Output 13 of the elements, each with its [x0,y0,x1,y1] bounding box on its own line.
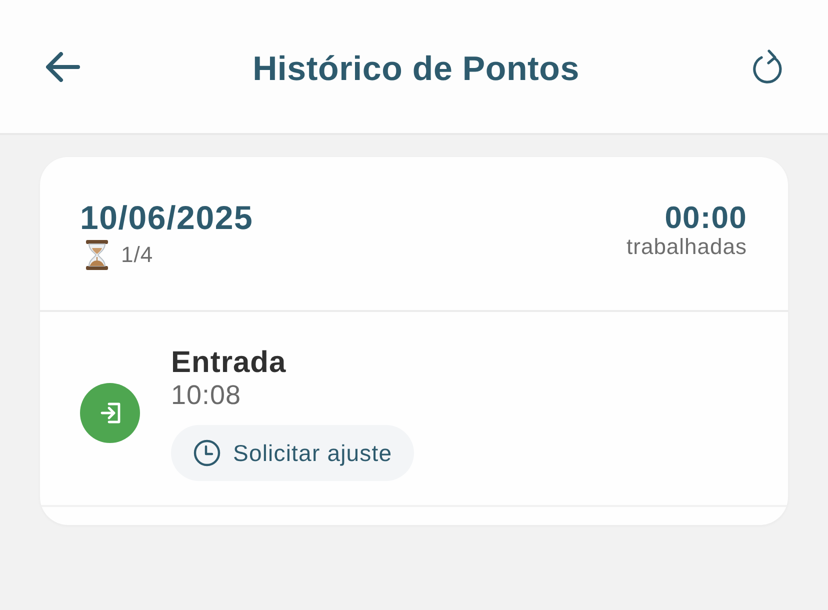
day-date: 10/06/2025 [80,201,254,236]
clock-icon [193,439,221,468]
back-arrow-icon [46,52,80,82]
punch-count: 1/4 [121,242,154,267]
worked-label: trabalhadas [626,235,747,260]
screen-title: Histórico de Pontos [252,49,580,90]
refresh-icon [752,48,784,84]
punch-time: 10:08 [171,380,242,412]
hourglass-icon [85,240,109,270]
punch-type: Entrada [171,346,286,380]
worked-hours: 00:00 [664,201,747,236]
request-adjustment-button[interactable]: Solicitar ajuste [171,425,414,482]
enter-icon [80,383,140,444]
